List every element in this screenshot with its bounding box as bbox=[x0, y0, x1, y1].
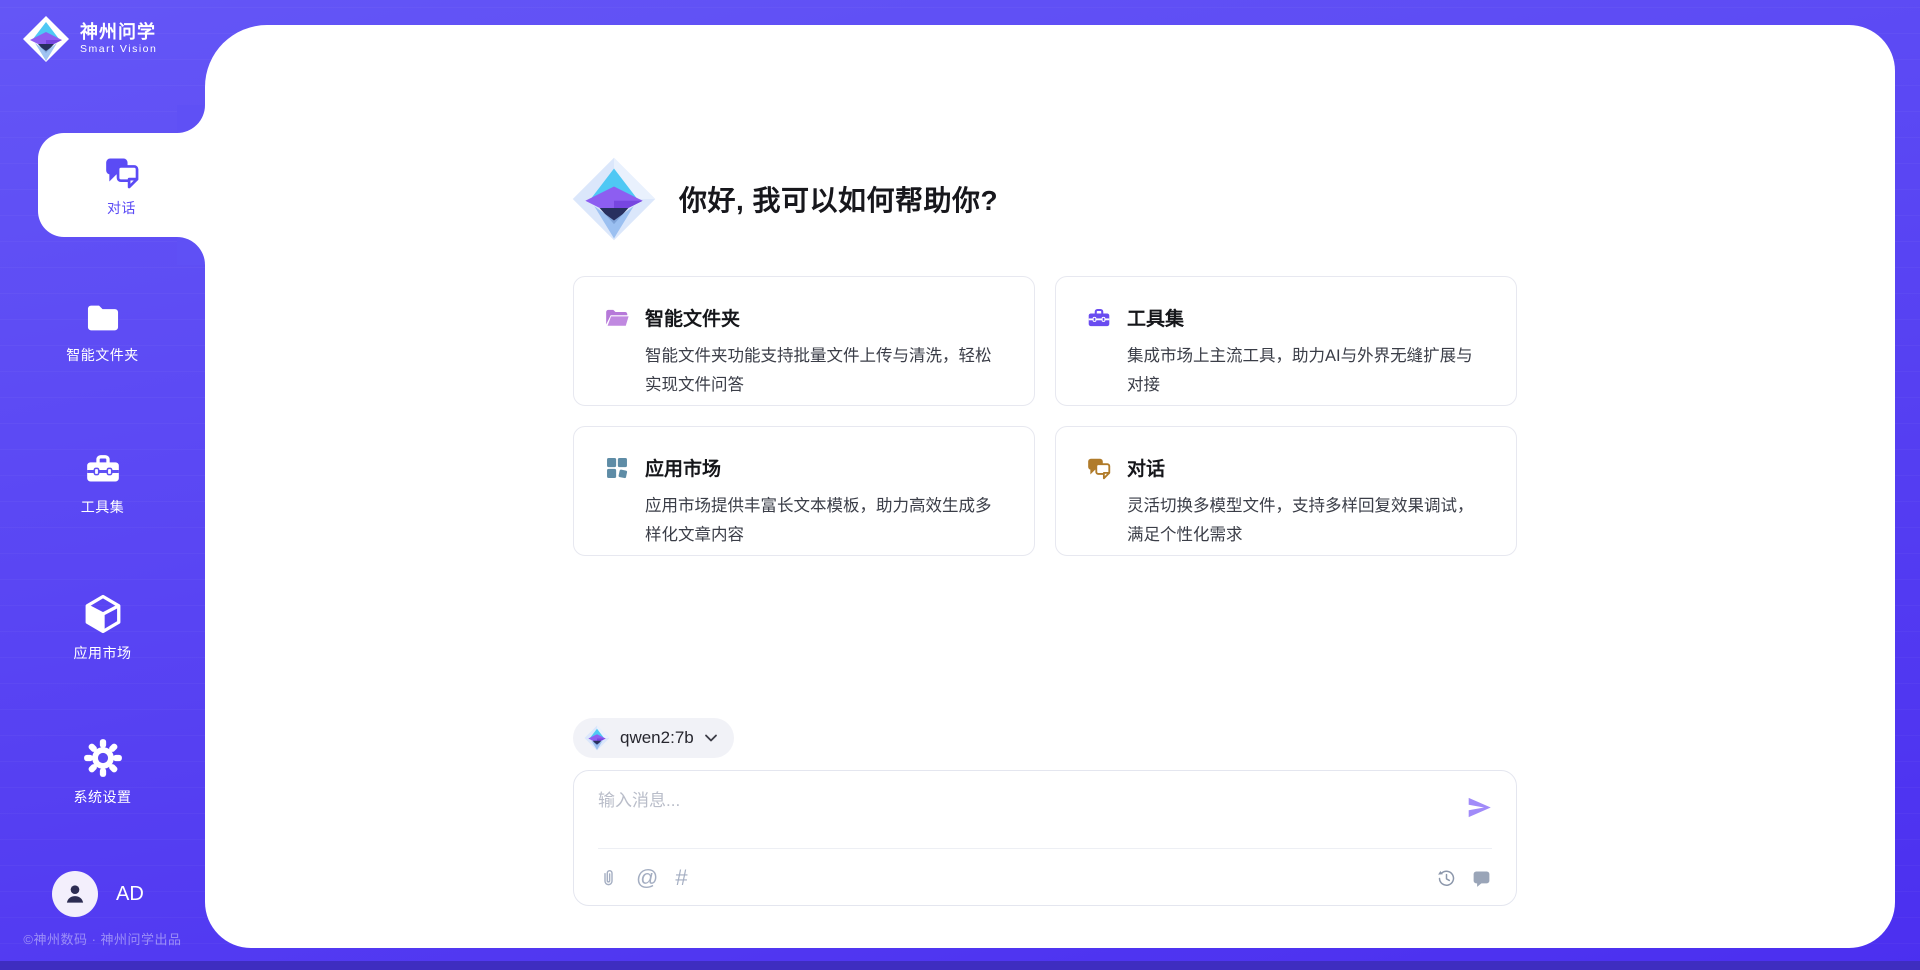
sidebar-item-settings[interactable]: 系统设置 bbox=[0, 737, 205, 807]
message-composer: @ # bbox=[573, 770, 1517, 906]
composer-toolbar-right bbox=[1436, 868, 1492, 889]
model-name: qwen2:7b bbox=[620, 728, 694, 748]
tab-fillet-bottom bbox=[177, 237, 205, 265]
card-description: 智能文件夹功能支持批量文件上传与清洗，轻松实现文件问答 bbox=[645, 342, 1006, 400]
composer-divider bbox=[598, 848, 1492, 849]
sidebar-item-label: 对话 bbox=[107, 198, 136, 218]
user-chip[interactable]: AD bbox=[52, 871, 144, 917]
grid-icon bbox=[604, 455, 630, 481]
sidebar-footer: ©神州数码 · 神州问学出品 bbox=[0, 929, 205, 948]
card-chat[interactable]: 对话 灵活切换多模型文件，支持多样回复效果调试，满足个性化需求 bbox=[1055, 426, 1517, 556]
briefcase-icon bbox=[82, 449, 124, 489]
gear-icon bbox=[82, 737, 124, 779]
card-description: 集成市场上主流工具，助力AI与外界无缝扩展与对接 bbox=[1127, 342, 1488, 400]
diamond-logo-icon bbox=[584, 725, 610, 751]
chevron-down-icon bbox=[704, 733, 718, 743]
composer-toolbar: @ # bbox=[598, 861, 1492, 895]
message-input[interactable] bbox=[598, 786, 1398, 842]
chat-icon bbox=[1086, 455, 1112, 481]
sidebar-item-folders[interactable]: 智能文件夹 bbox=[0, 299, 205, 365]
history-icon[interactable] bbox=[1436, 868, 1457, 889]
folder-open-icon bbox=[604, 305, 630, 331]
at-icon[interactable]: @ bbox=[636, 867, 658, 889]
card-tools[interactable]: 工具集 集成市场上主流工具，助力AI与外界无缝扩展与对接 bbox=[1055, 276, 1517, 406]
bottom-scroll-strip bbox=[0, 961, 1920, 970]
avatar bbox=[52, 871, 98, 917]
briefcase-icon bbox=[1086, 305, 1112, 331]
model-selector[interactable]: qwen2:7b bbox=[573, 718, 734, 758]
hash-icon[interactable]: # bbox=[675, 867, 687, 889]
card-title: 工具集 bbox=[1127, 304, 1184, 331]
chat-icon bbox=[102, 153, 142, 191]
diamond-logo-icon bbox=[571, 156, 657, 242]
message-icon[interactable] bbox=[1471, 868, 1492, 889]
folder-icon bbox=[82, 299, 124, 337]
card-folders[interactable]: 智能文件夹 智能文件夹功能支持批量文件上传与清洗，轻松实现文件问答 bbox=[573, 276, 1035, 406]
user-name: AD bbox=[116, 883, 144, 906]
sidebar-item-chat[interactable]: 对话 bbox=[38, 133, 205, 237]
sidebar-item-label: 智能文件夹 bbox=[66, 345, 139, 365]
card-title: 对话 bbox=[1127, 454, 1165, 481]
brand-subtitle: Smart Vision bbox=[80, 42, 157, 56]
paperclip-icon[interactable] bbox=[598, 868, 619, 889]
feature-cards: 智能文件夹 智能文件夹功能支持批量文件上传与清洗，轻松实现文件问答 工具集 集成… bbox=[573, 276, 1517, 556]
greeting-text: 你好, 我可以如何帮助你? bbox=[679, 179, 998, 219]
sidebar-item-market[interactable]: 应用市场 bbox=[0, 593, 205, 663]
card-title: 应用市场 bbox=[645, 454, 721, 481]
send-icon[interactable] bbox=[1466, 794, 1493, 821]
app-root: 神州问学 Smart Vision 对话 智能文件夹 工具集 bbox=[0, 0, 1920, 970]
brand: 神州问学 Smart Vision bbox=[22, 15, 157, 63]
sidebar-item-tools[interactable]: 工具集 bbox=[0, 449, 205, 517]
card-description: 应用市场提供丰富长文本模板，助力高效生成多样化文章内容 bbox=[645, 492, 1006, 550]
person-icon bbox=[62, 881, 88, 907]
sidebar-item-label: 系统设置 bbox=[74, 787, 132, 807]
card-title: 智能文件夹 bbox=[645, 304, 740, 331]
sidebar-item-label: 工具集 bbox=[81, 497, 125, 517]
brand-title: 神州问学 bbox=[80, 22, 157, 42]
sidebar-item-label: 应用市场 bbox=[74, 643, 132, 663]
cube-icon bbox=[82, 593, 124, 635]
card-market[interactable]: 应用市场 应用市场提供丰富长文本模板，助力高效生成多样化文章内容 bbox=[573, 426, 1035, 556]
diamond-logo-icon bbox=[22, 15, 70, 63]
card-description: 灵活切换多模型文件，支持多样回复效果调试，满足个性化需求 bbox=[1127, 492, 1488, 550]
greeting: 你好, 我可以如何帮助你? bbox=[571, 156, 998, 242]
tab-fillet-top bbox=[177, 105, 205, 133]
